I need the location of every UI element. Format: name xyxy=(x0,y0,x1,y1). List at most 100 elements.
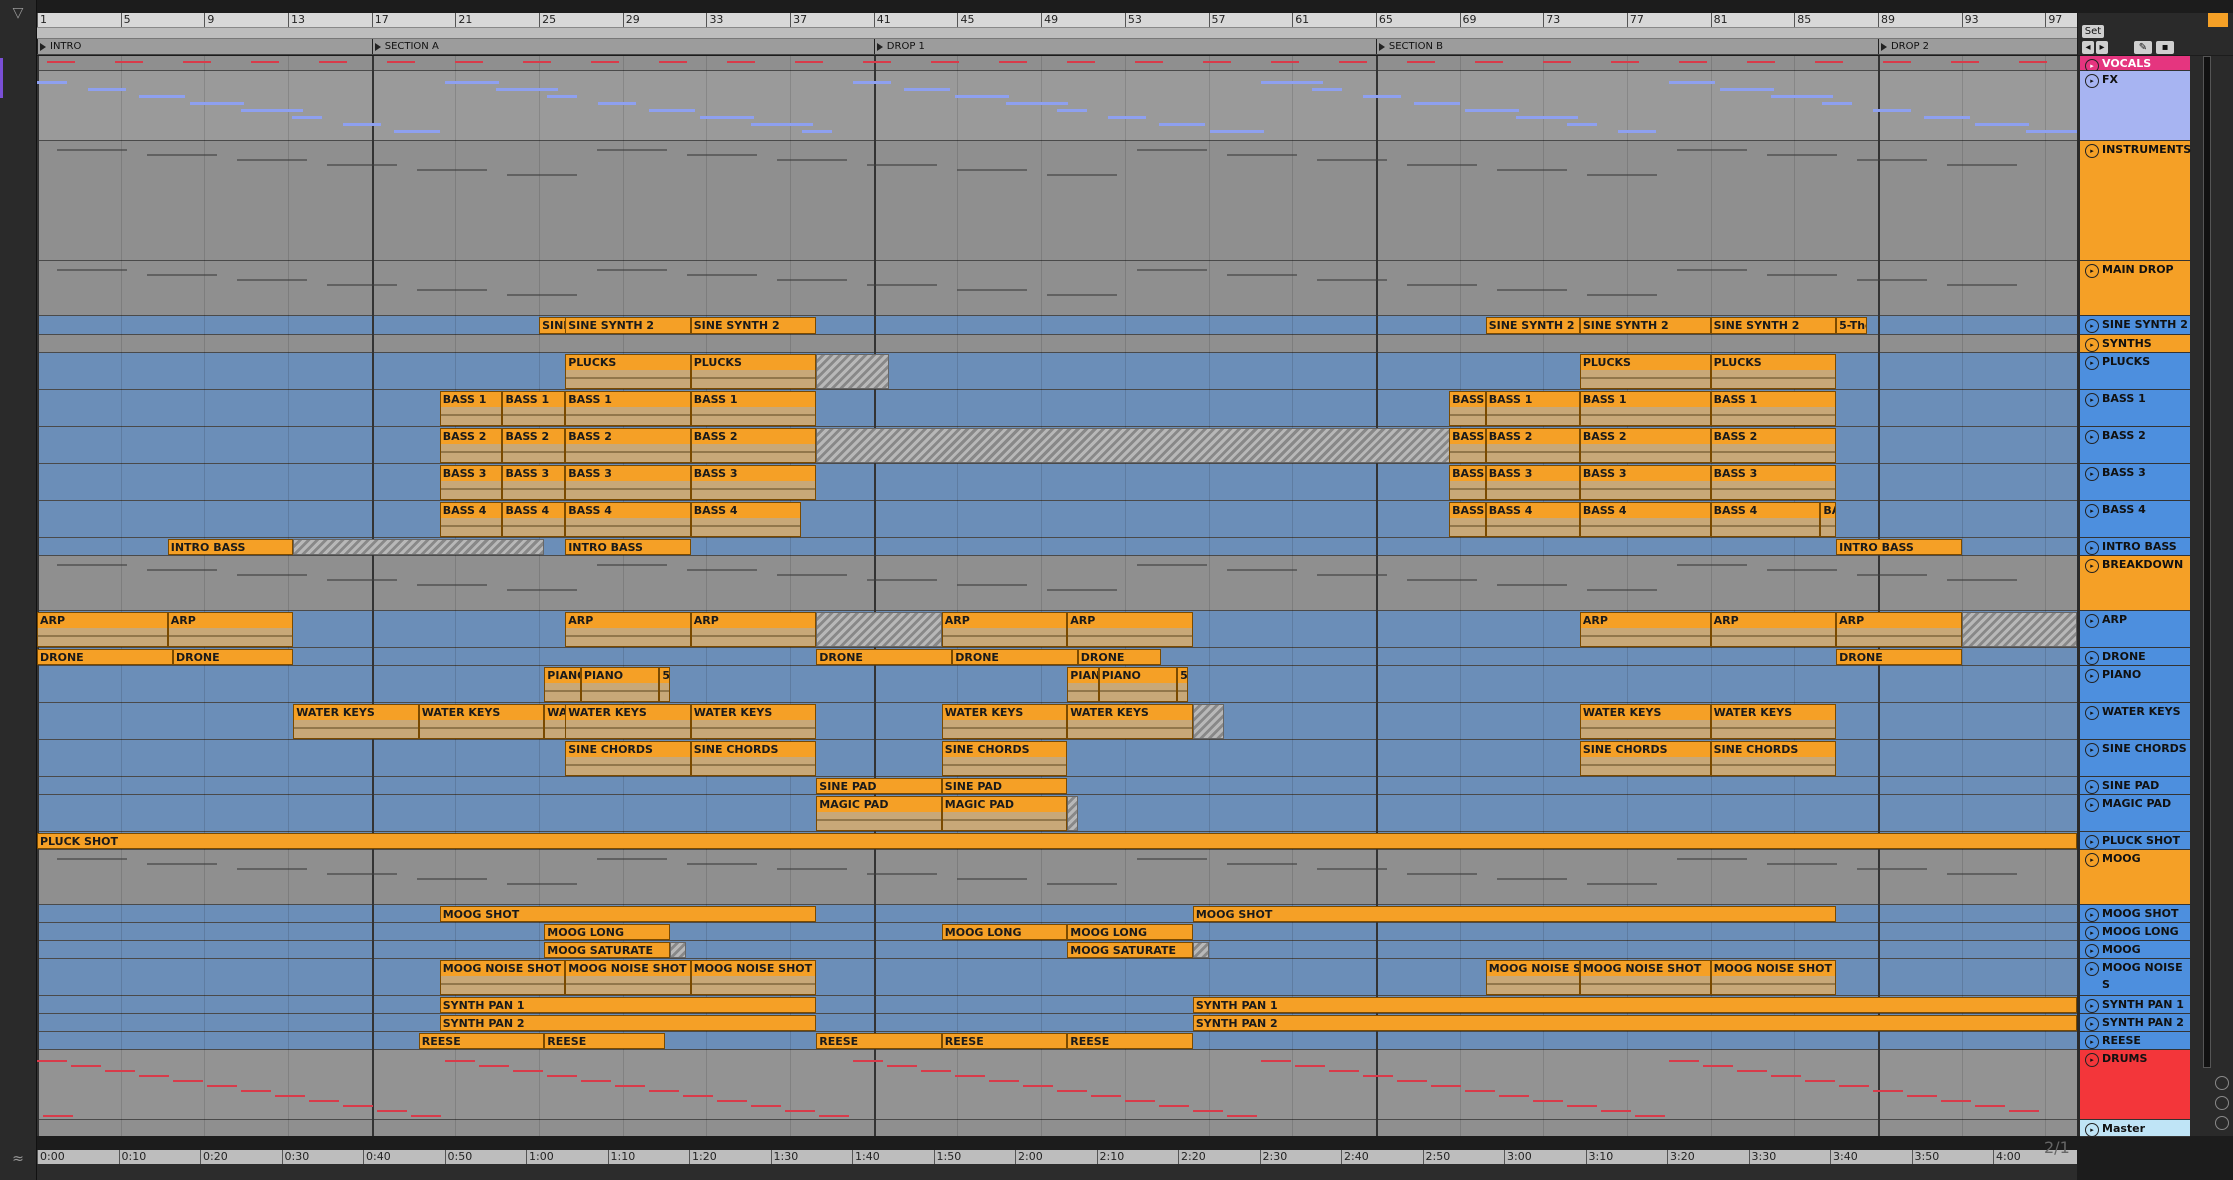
resize-icon[interactable] xyxy=(2215,1076,2229,1090)
time-ruler[interactable]: 0:00 0:10 0:20 0:30 0:40 0:50 1:00 1:10 1:20 1:30… xyxy=(37,1150,2077,1180)
prev-locator-icon[interactable]: ◂ xyxy=(2082,41,2094,54)
clip[interactable]: ARP xyxy=(690,612,817,647)
clip[interactable]: ARP xyxy=(1579,612,1711,647)
bar-ruler[interactable]: 1 5 9 13 17 21 25 29 33 37 41 45 49 53 57 61 65 69 73 77 81 8… xyxy=(37,13,2077,28)
clip[interactable]: ARP xyxy=(941,612,1068,647)
empty-clip[interactable] xyxy=(1192,704,1225,739)
track-fold-icon[interactable]: ▸ xyxy=(2085,798,2099,812)
draw-mode-icon[interactable]: ✎ xyxy=(2134,41,2152,54)
locator-bar[interactable]: INTROSECTION ADROP 1SECTION BDROP 2OUTRO… xyxy=(37,39,2077,55)
clip[interactable]: REESE xyxy=(941,1033,1068,1049)
clip[interactable]: BASS 1 xyxy=(565,391,691,426)
clip[interactable]: MOOG NOISE SHOT xyxy=(690,960,817,995)
clip[interactable]: BASS 3 xyxy=(565,465,691,500)
track-header[interactable]: ▸ BASS 4 xyxy=(2080,501,2190,538)
clip[interactable]: MOOG NOISE SHOT xyxy=(439,960,566,995)
clip[interactable]: BASS 3 xyxy=(1710,465,1837,500)
track-lane[interactable] xyxy=(37,141,2077,261)
clip[interactable]: BASS 1 xyxy=(1710,391,1837,426)
track-fold-icon[interactable]: ▸ xyxy=(2085,1035,2099,1049)
clip[interactable]: SINE SYNTH 2 xyxy=(690,317,817,334)
clip[interactable]: MOOG NOISE SHOT xyxy=(1485,960,1580,995)
clip[interactable]: SYNTH PAN 2 xyxy=(439,1015,817,1031)
track-fold-icon[interactable]: ▸ xyxy=(2085,1123,2099,1137)
arrangement-lanes[interactable]: SINE S SINE SYNTH 2 SINE SYNTH 2 SINE SYNTH… xyxy=(37,56,2077,1136)
scrub-area[interactable] xyxy=(37,28,2077,39)
track-header[interactable]: ▸ BASS 3 xyxy=(2080,464,2190,501)
clip[interactable]: 5-The xyxy=(1836,317,1868,334)
clip[interactable]: PLUCKS xyxy=(690,354,817,389)
track-header[interactable]: ▸ WATER KEYS xyxy=(2080,703,2190,740)
clip[interactable]: MAGIC PAD xyxy=(816,796,942,831)
track-lane[interactable] xyxy=(37,941,2077,959)
track-header[interactable]: ▸ SINE CHORDS xyxy=(2080,740,2190,777)
clip[interactable]: BASS 3 xyxy=(502,465,566,500)
clip[interactable]: BASS 3 xyxy=(439,465,503,500)
clip[interactable]: MOOG SHOT xyxy=(439,906,817,922)
track-fold-icon[interactable]: ▸ xyxy=(2085,908,2099,922)
clip[interactable]: ARP xyxy=(37,612,168,647)
clip[interactable]: SINE SYNTH 2 xyxy=(1485,317,1580,334)
track-header[interactable]: ▸ MOOG xyxy=(2080,850,2190,905)
clip[interactable]: BASS 1 xyxy=(502,391,566,426)
clip[interactable]: PLUCKS xyxy=(565,354,691,389)
clip[interactable]: SINE CHORDS xyxy=(1710,741,1837,776)
track-header[interactable]: ▸ SINE SYNTH 2 xyxy=(2080,316,2190,335)
track-fold-icon[interactable]: ▸ xyxy=(2085,853,2099,867)
track-header[interactable]: ▸ PIANO xyxy=(2080,666,2190,703)
clip[interactable]: ARP xyxy=(1067,612,1193,647)
clip[interactable]: SINE SYNTH 2 xyxy=(1710,317,1837,334)
clip[interactable]: ARP xyxy=(1710,612,1837,647)
clip[interactable]: WATER KEYS xyxy=(418,704,545,739)
track-lane[interactable] xyxy=(37,335,2077,353)
track-fold-icon[interactable]: ▸ xyxy=(2085,319,2099,333)
clip[interactable]: BASS 2 xyxy=(502,428,566,463)
clip[interactable]: WATER KEYS xyxy=(1710,704,1837,739)
track-fold-icon[interactable]: ▸ xyxy=(2085,835,2099,849)
track-lane[interactable] xyxy=(37,1120,2077,1136)
track-fold-icon[interactable]: ▸ xyxy=(2085,944,2099,958)
track-header[interactable]: ▸ SYNTHS xyxy=(2080,335,2190,353)
clip[interactable]: BASS 2 xyxy=(439,428,503,463)
arrangement-view-icon[interactable] xyxy=(2208,13,2228,27)
empty-clip[interactable] xyxy=(816,354,890,389)
clip[interactable]: BASS 1 xyxy=(690,391,817,426)
track-header[interactable]: ▸ BREAKDOWN xyxy=(2080,556,2190,611)
track-header[interactable]: ▸ REESE xyxy=(2080,1032,2190,1050)
track-header[interactable]: ▸ Master xyxy=(2080,1120,2190,1137)
clip[interactable]: BASS 4 xyxy=(1485,502,1580,537)
clip[interactable]: ARP xyxy=(565,612,691,647)
empty-clip[interactable] xyxy=(293,539,545,555)
clip[interactable]: PIANO xyxy=(1067,667,1099,702)
track-header[interactable]: ▸MOOG SATURA xyxy=(2080,941,2190,973)
track-lane[interactable] xyxy=(37,261,2077,316)
clip[interactable]: BASS 4 xyxy=(1579,502,1711,537)
clip[interactable]: PIANO xyxy=(1098,667,1178,702)
clip[interactable]: PLUCK SHOT xyxy=(37,833,2077,849)
clip[interactable]: MAGIC PAD xyxy=(941,796,1068,831)
clip[interactable]: BASS 4 xyxy=(439,502,503,537)
sends-icon[interactable] xyxy=(2215,1116,2229,1130)
clip[interactable]: BASS 2 xyxy=(565,428,691,463)
track-lane[interactable] xyxy=(37,71,2077,141)
clip[interactable]: BASS xyxy=(1449,465,1486,500)
clip[interactable]: ARP xyxy=(1836,612,1962,647)
set-button[interactable]: Set xyxy=(2082,25,2104,38)
clip[interactable]: DRONE xyxy=(1077,649,1162,665)
track-fold-icon[interactable]: ▸ xyxy=(2085,962,2099,976)
clip[interactable]: INTRO BASS xyxy=(1836,539,1962,555)
clip[interactable]: BASS 1 xyxy=(439,391,503,426)
track-lane[interactable] xyxy=(37,56,2077,71)
clip[interactable]: WATER KEYS xyxy=(690,704,817,739)
track-header[interactable]: ▸ MOOG SHOT xyxy=(2080,905,2190,923)
track-header[interactable]: ▸ MAIN DROP xyxy=(2080,261,2190,316)
clip[interactable]: ARP xyxy=(167,612,294,647)
clip[interactable]: MOOG NOISE SHOT xyxy=(1710,960,1837,995)
clip[interactable]: MOOG LONG xyxy=(1067,924,1193,940)
time-ruler-bar[interactable]: 0:00 0:10 0:20 0:30 0:40 0:50 1:00 1:10 1:20 1:30… xyxy=(37,1150,2077,1164)
clip[interactable]: WATER KEYS xyxy=(293,704,419,739)
track-header[interactable]: ▸ INSTRUMENTS xyxy=(2080,141,2191,261)
locator-marker[interactable]: SECTION A xyxy=(371,39,439,54)
clip[interactable]: PLUCKS xyxy=(1710,354,1837,389)
clip[interactable]: MOOG SATURATE xyxy=(1067,942,1193,958)
